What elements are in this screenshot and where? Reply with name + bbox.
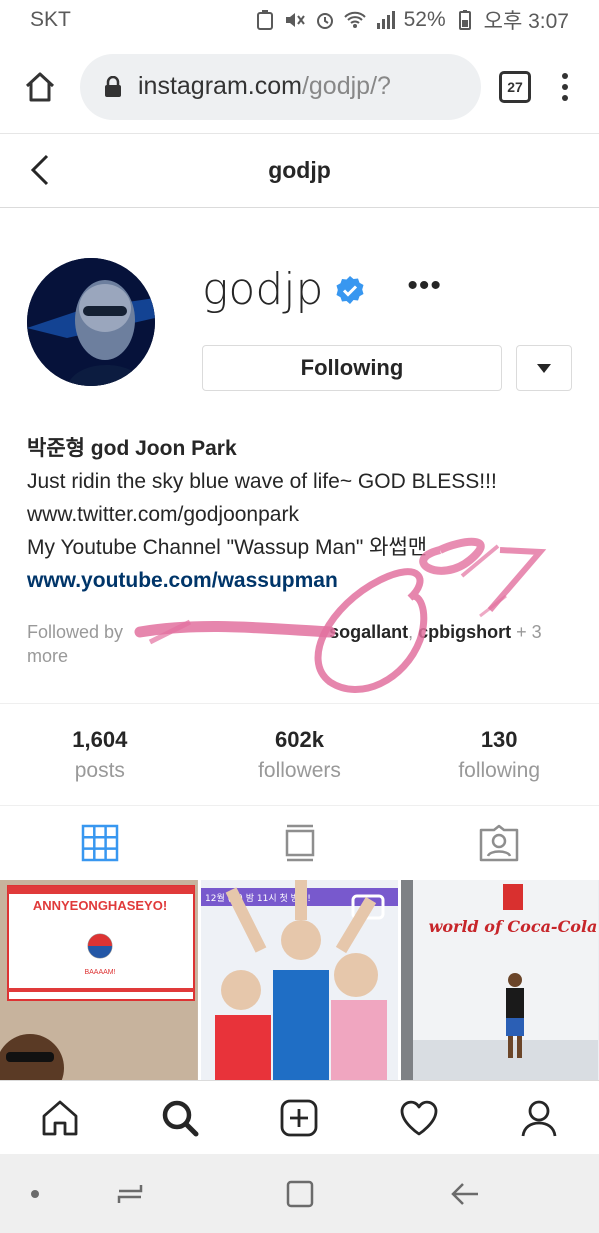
caret-down-icon (537, 363, 551, 373)
bio-line: My Youtube Channel "Wassup Man" 와썹맨 (27, 536, 428, 559)
profile-full-name: 박준형 god Joon Park (27, 437, 237, 460)
home-button[interactable] (16, 63, 64, 111)
nav-home[interactable] (0, 1081, 120, 1154)
search-icon (162, 1100, 199, 1136)
followed-by-user[interactable]: sogallant (329, 622, 408, 642)
url-path: /godjp/? (301, 72, 391, 100)
grid-icon (81, 824, 119, 862)
post-caption: world of Coca-Cola (429, 917, 598, 936)
status-bar: SKT 52% 오후 3:07 (0, 0, 599, 40)
followed-by[interactable]: Followed by sogallant, cpbigshort + 3 mo… (27, 620, 577, 668)
back-arrow-icon (451, 1182, 478, 1205)
mute-icon (284, 9, 306, 31)
following-stat[interactable]: 130 following (399, 704, 599, 805)
home-icon (42, 1100, 78, 1135)
post-caption: ANNYEONGHASEYO! (33, 898, 167, 913)
nav-new-post[interactable] (240, 1081, 360, 1154)
system-navigation-bar (0, 1154, 599, 1233)
profile-username: godjp (202, 264, 324, 315)
battery-percent: 52% (403, 8, 446, 31)
tagged-user-icon (479, 824, 519, 862)
chevron-left-icon (30, 154, 49, 186)
post-subcaption: BAAAAM! (84, 969, 115, 976)
home-icon (25, 72, 55, 101)
battery-icon (454, 9, 476, 31)
tab-grid[interactable] (0, 806, 200, 880)
verified-badge-icon (336, 275, 364, 304)
square-icon (286, 1180, 314, 1207)
profile-icon (521, 1100, 557, 1136)
profile-stats: 1,604 posts 602k followers 130 following (0, 703, 599, 806)
stat-label: posts (74, 758, 125, 782)
stat-value: 602k (275, 726, 324, 752)
tab-feed[interactable] (200, 806, 400, 880)
followed-by-user[interactable]: cpbigshort (418, 622, 511, 642)
following-button[interactable]: Following (202, 345, 502, 391)
bio-line: www.twitter.com/godjoonpark (27, 503, 299, 526)
recent-apps-button[interactable] (70, 1181, 190, 1207)
view-tabs (0, 806, 599, 880)
bottom-navigation (0, 1080, 599, 1154)
post-thumbnail[interactable]: ANNYEONGHASEYO! BAAAAM! (0, 880, 198, 1080)
followed-by-label: Followed by (27, 622, 124, 642)
nav-profile[interactable] (479, 1081, 599, 1154)
heart-icon (400, 1100, 438, 1135)
browser-menu-button[interactable] (555, 72, 575, 101)
stat-label: followers (258, 758, 341, 782)
recent-apps-icon (117, 1184, 143, 1203)
page-title: godjp (268, 157, 331, 183)
feed-icon (285, 824, 314, 862)
url-host: instagram.com (138, 72, 302, 100)
nav-activity[interactable] (359, 1081, 479, 1154)
system-home-button[interactable] (190, 1180, 410, 1208)
post-thumbnail[interactable]: world of Coca-Cola (401, 880, 599, 1080)
profile-bio: 박준형 god Joon Park Just ridin the sky blu… (27, 432, 587, 597)
post-caption: 12월 (목) 밤 11시 첫 방송! (205, 892, 311, 904)
back-button[interactable] (30, 150, 70, 190)
address-bar[interactable]: instagram.com/godjp/? (80, 53, 481, 120)
lock-icon (105, 75, 121, 97)
clock: 오후 3:07 (483, 10, 569, 33)
profile-website-link[interactable]: www.youtube.com/wassupman (27, 564, 587, 597)
tab-tagged[interactable] (399, 806, 599, 880)
wifi-icon (343, 9, 366, 31)
post-grid: ANNYEONGHASEYO! BAAAAM! 12월 (목) 밤 11시 첫 … (0, 880, 599, 1080)
carrier-label: SKT (30, 8, 71, 31)
bio-line: Just ridin the sky blue wave of life~ GO… (27, 470, 497, 493)
stat-value: 130 (480, 726, 518, 752)
browser-toolbar: instagram.com/godjp/? 27 (0, 40, 599, 134)
stat-value: 1,604 (72, 726, 128, 752)
stat-label: following (458, 758, 541, 782)
dot-icon (31, 1189, 39, 1198)
system-back-button[interactable] (410, 1182, 520, 1206)
add-post-icon (281, 1099, 318, 1136)
more-options-button[interactable]: ••• (407, 270, 442, 301)
profile-avatar[interactable] (27, 258, 155, 386)
posts-stat[interactable]: 1,604 posts (0, 704, 200, 805)
signal-icon (374, 9, 396, 31)
suggestions-dropdown-button[interactable] (516, 345, 572, 391)
nav-search[interactable] (120, 1081, 240, 1154)
username-row: godjp ••• (202, 264, 442, 315)
post-thumbnail[interactable]: 12월 (목) 밤 11시 첫 방송! (200, 880, 399, 1080)
tab-switcher-button[interactable]: 27 (499, 70, 531, 103)
profile-header: godjp (0, 134, 599, 208)
nav-dot-button[interactable] (0, 1189, 70, 1199)
followers-stat[interactable]: 602k followers (200, 704, 400, 805)
recycle-icon (254, 9, 276, 31)
alarm-icon (314, 9, 336, 31)
